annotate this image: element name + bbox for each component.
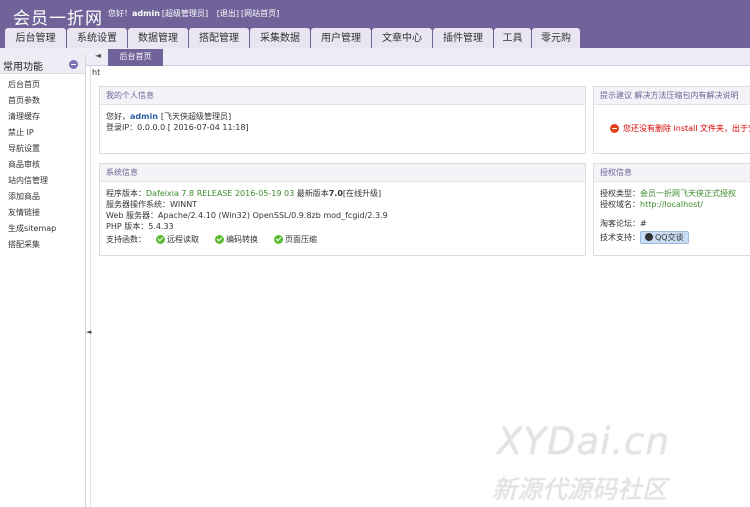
online-upgrade-link[interactable]: [在线升级]: [343, 189, 381, 198]
sidebar-item-sitemap[interactable]: 生成sitemap: [0, 221, 85, 237]
nav-tab-plugin-manage[interactable]: 插件管理: [433, 28, 493, 48]
forum-link: 淘客论坛：#: [600, 219, 647, 228]
watermark-subtitle: 新源代源码社区: [492, 475, 668, 504]
nav-tab-collect-data[interactable]: 采集数据: [250, 28, 310, 48]
user-role: [超级管理员]: [161, 9, 209, 18]
server-os: 服务器操作系统：WINNT: [106, 200, 198, 209]
nav-tab-user-manage[interactable]: 用户管理: [311, 28, 371, 48]
stray-text: ht: [92, 68, 101, 77]
top-header: 会员一折网 您好！admin [超级管理员] [退出] [网站首页] 后台管理 系统…: [0, 0, 750, 48]
system-info-panel: 系统信息 程序版本：Dafeixia 7.8 RELEASE 2016-05-1…: [99, 163, 586, 256]
auth-panel-title: 授权信息: [594, 164, 750, 182]
system-panel-title: 系统信息: [100, 164, 585, 182]
profile-panel: 我的个人信息 您好，admin [飞天侠超级管理员] 登录IP：0.0.0.0 […: [99, 86, 586, 154]
nav-tab-article-center[interactable]: 文章中心: [372, 28, 432, 48]
check-icon: [274, 235, 283, 244]
sidebar-item-home-params[interactable]: 首页参数: [0, 93, 85, 109]
logout-link[interactable]: [退出]: [217, 9, 239, 18]
site-logo: 会员一折网: [13, 9, 103, 29]
collapse-arrow-icon[interactable]: ◄: [86, 328, 91, 336]
collapse-icon[interactable]: [69, 60, 78, 69]
install-warning: 您还没有删除 install 文件夹，出于安: [610, 123, 750, 134]
sidebar-item-product-review[interactable]: 商品审核: [0, 157, 85, 173]
suggest-panel: 提示建议 解决方法压缩包内有解决说明 您还没有删除 install 文件夹，出于…: [593, 86, 750, 154]
profile-username: admin: [130, 112, 158, 121]
sidebar-splitter[interactable]: ◄: [86, 66, 91, 507]
profile-greeting: 您好，admin [飞天侠超级管理员]: [106, 112, 232, 121]
auth-type: 授权类型：会员一折网飞天侠正式授权: [600, 189, 736, 198]
sidebar-header: 常用功能: [0, 54, 85, 74]
sidebar-title: 常用功能: [3, 62, 43, 73]
profile-panel-title: 我的个人信息: [100, 87, 585, 105]
nav-tab-data-manage[interactable]: 数据管理: [128, 28, 188, 48]
sidebar-item-match-collect[interactable]: 搭配采集: [0, 237, 85, 253]
nav-tab-admin[interactable]: 后台管理: [5, 28, 66, 48]
auth-domain-link[interactable]: http://localhost/: [640, 200, 703, 209]
tech-support: 技术支持： QQ交谈: [600, 231, 746, 244]
error-icon: [610, 124, 619, 133]
tab-admin-home[interactable]: 后台首页: [108, 49, 163, 66]
nav-tab-tools[interactable]: 工具: [494, 28, 531, 48]
nav-tab-zero-buy[interactable]: 零元购: [532, 28, 580, 48]
greeting-text: 您好！: [108, 9, 132, 18]
auth-panel: 授权信息 授权类型：会员一折网飞天侠正式授权 授权域名：http://local…: [593, 163, 750, 256]
sidebar-item-ban-ip[interactable]: 禁止 IP: [0, 125, 85, 141]
sidebar-item-admin-home[interactable]: 后台首页: [0, 77, 85, 93]
program-version: 程序版本：Dafeixia 7.8 RELEASE 2016-05-19 03 …: [106, 189, 382, 198]
sidebar-item-nav-settings[interactable]: 导航设置: [0, 141, 85, 157]
php-version: PHP 版本：5.4.33: [106, 222, 174, 231]
qq-chat-button[interactable]: QQ交谈: [640, 231, 689, 244]
main-nav: 后台管理 系统设置 数据管理 搭配管理 采集数据 用户管理 文章中心 插件管理 …: [5, 28, 581, 48]
profile-login-ip: 登录IP：0.0.0.0 [ 2016-07-04 11:18]: [106, 123, 249, 132]
nav-tab-system-settings[interactable]: 系统设置: [67, 28, 127, 48]
page-tabbar: ◄ 后台首页: [0, 48, 750, 66]
check-icon: [156, 235, 165, 244]
web-server: Web 服务器：Apache/2.4.10 (Win32) OpenSSL/0.…: [106, 211, 388, 220]
sidebar-item-friend-links[interactable]: 友情链接: [0, 205, 85, 221]
tab-scroll-left-icon[interactable]: ◄: [95, 51, 101, 60]
watermark-logo: XYDai.cn: [497, 420, 670, 463]
qq-icon: [645, 233, 653, 241]
check-icon: [215, 235, 224, 244]
auth-domain: 授权域名：http://localhost/: [600, 200, 704, 209]
suggest-panel-title: 提示建议 解决方法压缩包内有解决说明: [594, 87, 750, 105]
sidebar-item-clear-cache[interactable]: 清理缓存: [0, 109, 85, 125]
nav-tab-match-manage[interactable]: 搭配管理: [189, 28, 249, 48]
profile-role: [飞天侠超级管理员]: [160, 112, 232, 121]
site-home-link[interactable]: [网站首页]: [241, 9, 279, 18]
supported-functions: 支持函数： 远程读取 编码转换 页面压缩: [106, 235, 317, 244]
sidebar-item-messages[interactable]: 站内信管理: [0, 173, 85, 189]
username: admin: [132, 9, 160, 18]
sidebar-item-add-product[interactable]: 添加商品: [0, 189, 85, 205]
sidebar: 常用功能 后台首页 首页参数 清理缓存 禁止 IP 导航设置 商品审核 站内信管…: [0, 54, 86, 507]
welcome-bar: 您好！admin [超级管理员] [退出] [网站首页]: [106, 8, 279, 19]
sidebar-menu: 后台首页 首页参数 清理缓存 禁止 IP 导航设置 商品审核 站内信管理 添加商…: [0, 74, 85, 253]
